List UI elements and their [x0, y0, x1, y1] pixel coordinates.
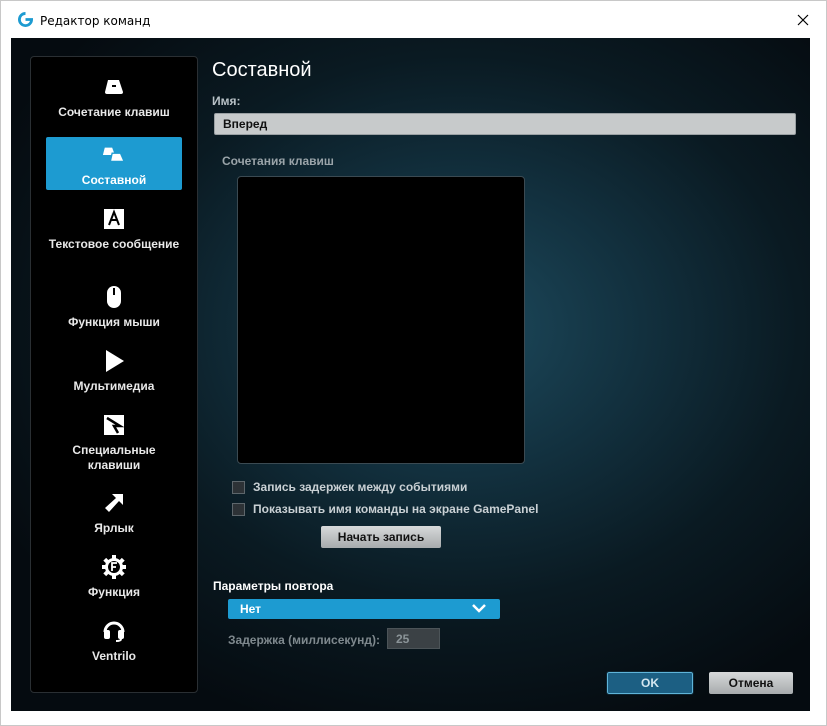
sidebar-item-special-keys[interactable]: Специальные клавиши: [46, 413, 182, 473]
keystrokes-label: Сочетания клавиш: [222, 154, 334, 168]
keystrokes-list[interactable]: [237, 176, 525, 464]
record-delays-checkbox-row[interactable]: Запись задержек между событиями: [232, 480, 467, 494]
sidebar-item-multikey[interactable]: Составной: [46, 137, 182, 190]
repeat-selected-value: Нет: [240, 602, 262, 616]
sidebar-item-label: Текстовое сообщение: [48, 237, 180, 251]
function-gear-icon: [102, 555, 126, 579]
sidebar-item-mouse-function[interactable]: Функция мыши: [46, 285, 182, 330]
chevron-down-icon: [472, 604, 486, 613]
sidebar-item-label: Составной: [81, 173, 147, 187]
delay-label: Задержка (миллисекунд):: [228, 633, 380, 647]
name-label: Имя:: [212, 94, 241, 108]
title-bar: Редактор команд: [1, 1, 826, 37]
command-type-sidebar: Сочетание клавиш Составной Текстовое соо…: [30, 56, 198, 693]
sidebar-item-label: Ярлык: [94, 521, 134, 535]
multikey-icon: [102, 143, 126, 167]
repeat-options-select[interactable]: Нет: [228, 599, 500, 619]
sidebar-item-label: Сочетание клавиш: [58, 105, 170, 119]
sidebar-item-label: Функция: [88, 585, 140, 599]
sidebar-item-shortcut[interactable]: Ярлык: [46, 491, 182, 536]
start-recording-button[interactable]: Начать запись: [321, 526, 441, 548]
window-title: Редактор команд: [40, 14, 151, 28]
hotkey-icon: [102, 413, 126, 437]
sidebar-item-label: Функция мыши: [68, 315, 160, 329]
headset-icon: [102, 619, 126, 643]
logitech-g-icon: [18, 12, 33, 27]
sidebar-item-label: Специальные клавиши: [72, 443, 156, 472]
sidebar-item-keystroke[interactable]: Сочетание клавиш: [46, 75, 182, 130]
sidebar-item-function[interactable]: Функция: [46, 555, 182, 600]
shortcut-arrow-icon: [102, 491, 126, 515]
record-delays-checkbox[interactable]: [232, 480, 245, 494]
repeat-options-label: Параметры повтора: [213, 579, 334, 593]
command-name-input[interactable]: [214, 113, 796, 135]
keystroke-icon: [102, 75, 126, 99]
text-block-icon: [102, 207, 126, 231]
sidebar-item-label: Ventrilo: [91, 649, 136, 663]
sidebar-item-label: Мультимедиа: [73, 379, 155, 393]
sidebar-item-multimedia[interactable]: Мультимедиа: [46, 349, 182, 394]
show-name-checkbox-row[interactable]: Показывать имя команды на экране GamePan…: [232, 502, 538, 516]
ok-button[interactable]: OK: [606, 671, 694, 695]
command-type-heading: Составной: [212, 59, 312, 81]
close-button[interactable]: [788, 7, 818, 33]
record-delays-label: Запись задержек между событиями: [253, 480, 468, 494]
cancel-button[interactable]: Отмена: [709, 672, 793, 694]
mouse-icon: [102, 285, 126, 309]
sidebar-item-text-block[interactable]: Текстовое сообщение: [46, 207, 182, 267]
editor-content: Сочетание клавиш Составной Текстовое соо…: [11, 38, 810, 711]
show-name-label: Показывать имя команды на экране GamePan…: [253, 502, 539, 516]
show-name-checkbox[interactable]: [232, 502, 245, 516]
play-icon: [102, 349, 126, 373]
delay-input[interactable]: [387, 628, 440, 649]
command-editor-window: Редактор команд Сочетание клавиш Составн…: [0, 0, 827, 726]
sidebar-item-ventrilo[interactable]: Ventrilo: [46, 619, 182, 664]
close-icon: [797, 14, 809, 26]
